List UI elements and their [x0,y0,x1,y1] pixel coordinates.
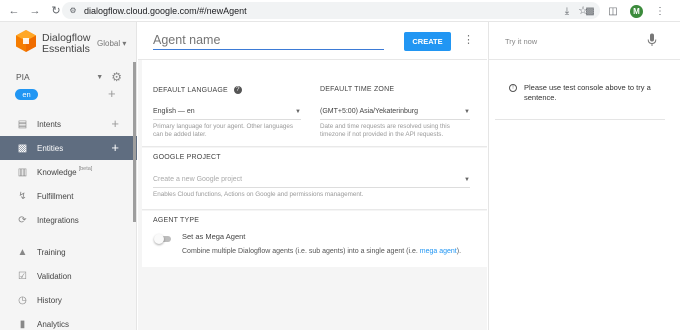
language-timezone-card: DEFAULT LANGUAGE? English — en ▼ Primary … [142,60,487,147]
profile-avatar[interactable]: M [630,4,643,18]
sidebar-item-analytics[interactable]: ▮ Analytics [0,312,137,336]
mega-agent-toggle[interactable] [154,234,172,244]
extensions-icon[interactable]: ▩ [584,5,596,17]
info-message: ! Please use test console above to try a… [504,83,669,103]
address-bar[interactable]: ⚙ dialogflow.cloud.google.com/#/newAgent… [62,2,600,19]
check-square-icon: ☑ [18,270,27,282]
dropdown-arrow-icon: ▼ [464,176,470,183]
chevron-down-icon[interactable]: ▼ [96,74,103,81]
beta-badge: [beta] [78,166,93,172]
graduation-cap-icon: ▲ [17,246,28,258]
default-timezone-select[interactable]: (GMT+5:00) Asia/Yekaterinburg ▼ [320,104,470,120]
sidebar-item-fulfillment[interactable]: ↯ Fulfillment [0,184,137,208]
agent-name: PIA [16,72,30,82]
sidebar-item-training[interactable]: ▲ Training [0,240,137,264]
default-language-select[interactable]: English — en ▼ [153,104,301,120]
sidebar-scrollbar[interactable] [133,62,136,222]
mega-agent-description: Combine multiple Dialogflow agents (i.e.… [182,248,462,255]
sidebar: Dialogflow Essentials Global ▾ PIA ▼ ⚙ e… [0,22,137,330]
forward-icon[interactable]: → [28,4,42,18]
clock-icon: ◷ [18,294,27,306]
default-timezone-hint: Date and time requests are resolved usin… [320,123,450,138]
mega-agent-label: Set as Mega Agent [182,232,246,241]
test-console: Try it now ! Please use test console abo… [488,22,680,330]
dialogflow-logo-icon [16,30,36,52]
book-icon: ▥ [17,166,28,178]
sidepanel-icon[interactable]: ◫ [607,5,619,17]
language-pill[interactable]: en [15,89,38,100]
dropdown-arrow-icon: ▼ [464,108,470,115]
default-language-hint: Primary language for your agent. Other l… [153,123,294,138]
lightning-icon: ↯ [18,190,27,202]
sidebar-item-knowledge[interactable]: ▥ Knowledge [beta] [0,160,137,184]
reload-icon[interactable]: ↻ [49,4,63,18]
brand-name: Dialogflow Essentials [42,32,91,55]
download-icon[interactable]: ⤓ [561,5,573,17]
agent-name-input[interactable] [153,31,384,50]
mega-agent-link[interactable]: mega agent [420,248,457,255]
back-icon[interactable]: ← [7,4,21,18]
browser-menu-icon[interactable]: ⋮ [654,5,666,17]
agent-type-label: AGENT TYPE [153,217,200,224]
create-button[interactable]: CREATE [404,32,451,51]
agent-selector[interactable]: PIA ▼ ⚙ [16,70,122,84]
browser-toolbar: ← → ↻ ⚙ dialogflow.cloud.google.com/#/ne… [0,0,680,22]
sidebar-item-history[interactable]: ◷ History [0,288,137,312]
add-intent-icon[interactable]: + [111,116,119,131]
info-icon: ! [509,84,517,92]
help-icon[interactable]: ? [233,86,242,94]
add-language-icon[interactable]: + [108,86,116,101]
sidebar-item-integrations[interactable]: ⟳ Integrations [0,208,137,232]
region-select[interactable]: Global ▾ [97,39,126,48]
gear-icon[interactable]: ⚙ [111,70,122,84]
try-it-now-bar[interactable]: Try it now [489,22,680,60]
chat-bubble-icon: ▤ [17,118,28,130]
more-options-icon[interactable]: ⋮ [463,33,474,46]
sidebar-item-intents[interactable]: ▤ Intents + [0,112,137,136]
agent-type-card: AGENT TYPE Set as Mega Agent Combine mul… [142,211,487,267]
default-language-label: DEFAULT LANGUAGE? [153,86,242,94]
microphone-icon[interactable] [647,33,657,47]
google-project-label: GOOGLE PROJECT [153,154,221,161]
dropdown-arrow-icon: ▼ [295,108,301,115]
agent-header: CREATE ⋮ [138,22,487,60]
chevron-down-icon: ▾ [122,39,127,48]
url-text: dialogflow.cloud.google.com/#/newAgent [84,5,247,16]
site-info-icon[interactable]: ⚙ [68,6,78,16]
integrations-icon: ⟳ [18,214,27,226]
add-entity-icon[interactable]: + [111,140,119,155]
sitemap-icon: ▩ [17,142,28,154]
sidebar-item-validation[interactable]: ☑ Validation [0,264,137,288]
divider [495,119,665,120]
agent-settings-form: DEFAULT LANGUAGE? English — en ▼ Primary … [138,60,487,330]
google-project-card: GOOGLE PROJECT Create a new Google proje… [142,148,487,210]
chart-icon: ▮ [19,318,26,330]
default-timezone-label: DEFAULT TIME ZONE [320,86,395,93]
try-it-now-input[interactable]: Try it now [505,37,537,46]
google-project-select[interactable]: Create a new Google project ▼ [153,172,470,188]
sidebar-item-entities[interactable]: ▩ Entities + [0,136,137,160]
google-project-hint: Enables Cloud functions, Actions on Goog… [153,191,364,198]
